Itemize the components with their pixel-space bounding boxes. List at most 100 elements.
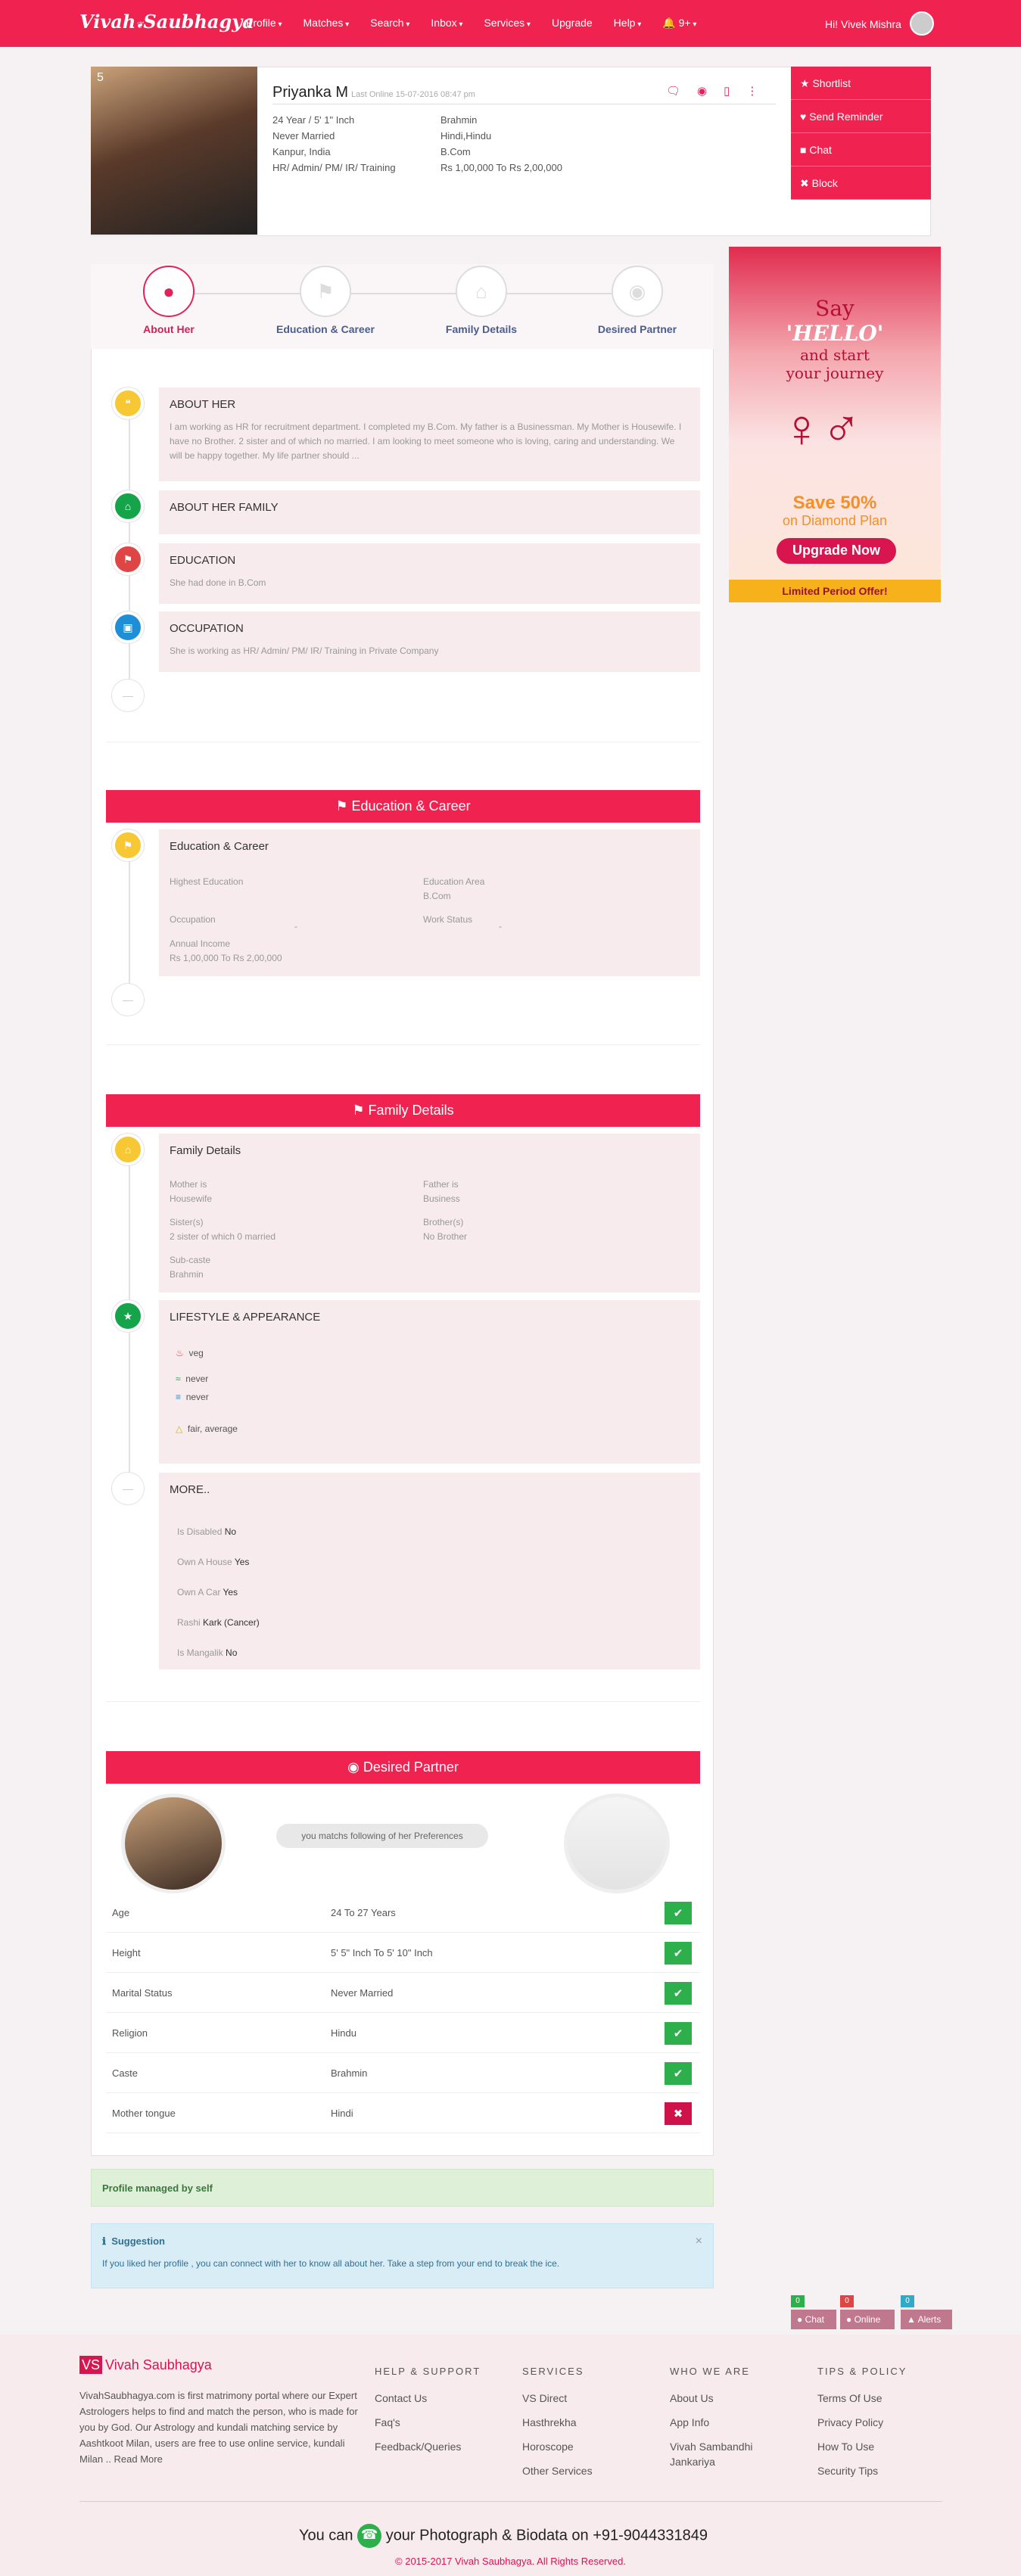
briefcase-icon: ▣ [112, 611, 144, 643]
close-icon[interactable]: × [696, 2235, 702, 2248]
family-details-box: Family Details [159, 1134, 700, 1293]
your-photo [564, 1794, 670, 1893]
preference-row: Marital Status Never Married ✔ [106, 1974, 700, 2013]
profile-photo[interactable]: 5 [91, 67, 257, 235]
cross-icon: ✖ [665, 2102, 692, 2125]
her-photo [121, 1794, 226, 1893]
lifestyle-box: LIFESTYLE & APPEARANCE [159, 1300, 700, 1464]
footer-col-services: SERVICES VS Direct Hasthrekha Horoscope Othe… [522, 2365, 593, 2483]
alerts-dock-button[interactable]: ▲ Alerts [901, 2310, 952, 2329]
tab-desired-partner[interactable]: ◉ Desired Partner [573, 264, 702, 335]
check-icon: ✔ [665, 2062, 692, 2085]
profile-tabs: ● About Her ⚑ Education & Career ⌂ Family D… [91, 264, 714, 349]
last-online: Last Online 15-07-2016 08:47 pm [351, 90, 475, 99]
father-info: Father is Business [423, 1179, 460, 1204]
record-icon[interactable]: ◉ [697, 84, 707, 98]
divider [106, 1044, 700, 1045]
chat-button[interactable]: ■ Chat [791, 133, 931, 166]
annual-income: Annual Income Rs 1,00,000 To Rs 2,00,000 [170, 938, 282, 963]
brother-info: Brother(s) No Brother [423, 1217, 468, 1242]
footer-col-help: HELP & SUPPORT Contact Us Faq's Feedback/Qu… [375, 2365, 481, 2459]
preference-row: Caste Brahmin ✔ [106, 2054, 700, 2093]
menu-search[interactable]: Search [370, 17, 409, 30]
upgrade-ad-banner[interactable]: Say 'HELLO' and start your journey ♀♂ Sa… [729, 247, 941, 602]
smoking-icon: ≈ [176, 1374, 181, 1384]
profile-details-right: Brahmin Hindi,Hindu B.Com Rs 1,00,000 To Rs… [440, 114, 562, 173]
occupation-box: OCCUPATION She is working as HR/ Admin/ P… [159, 611, 700, 672]
bell-icon: 🔔 [662, 17, 676, 29]
menu-profile[interactable]: Profile [246, 17, 282, 30]
more-vertical-icon[interactable]: ⋮ [746, 84, 758, 98]
menu-matches[interactable]: Matches [303, 17, 350, 30]
family-icon: ⌂ [112, 1134, 144, 1165]
mobile-icon[interactable]: ▯ [724, 84, 730, 98]
profile-action-buttons: ★ Shortlist ♥ Send Reminder ■ Chat ✖ Blo… [791, 67, 931, 200]
footer-link[interactable]: Hasthrekha [522, 2410, 593, 2434]
menu-upgrade[interactable]: Upgrade [552, 17, 593, 30]
send-reminder-button[interactable]: ♥ Send Reminder [791, 100, 931, 133]
footer-link[interactable]: Horoscope [522, 2434, 593, 2459]
block-button[interactable]: ✖ Block [791, 166, 931, 200]
more-item: Is Disabled No [177, 1526, 237, 1537]
online-icon: ● [846, 2314, 852, 2325]
work-status: Work Status - [423, 914, 502, 932]
footer-link[interactable]: App Info [670, 2410, 783, 2434]
footer-brand[interactable]: VS Vivah Saubhagya [79, 2356, 212, 2374]
preference-row: Religion Hindu ✔ [106, 2014, 700, 2053]
more-list: Is Disabled No Own A House Yes Own A Car… [177, 1517, 260, 1668]
upgrade-now-button[interactable]: Upgrade Now [777, 538, 896, 564]
check-icon: ✔ [665, 1902, 692, 1924]
footer-link[interactable]: Vivah Sambandhi Jankariya [670, 2439, 783, 2469]
footer-link[interactable]: Contact Us [375, 2386, 481, 2410]
footer-link[interactable]: Terms Of Use [817, 2386, 907, 2410]
lifestyle-list: ♨ veg ≈ never ≡ never △ fair, average [176, 1346, 238, 1436]
desired-partner-section-title: ◉ Desired Partner [106, 1751, 700, 1784]
graduation-cap-icon: ⚑ [300, 266, 351, 317]
footer-description: VivahSaubhagya.com is first matrimony po… [79, 2390, 358, 2465]
footer-link[interactable]: Other Services [522, 2459, 593, 2483]
sister-info: Sister(s) 2 sister of which 0 married [170, 1217, 276, 1242]
chat-dock-button[interactable]: ● Chat [791, 2310, 836, 2329]
divider [106, 1701, 700, 1702]
avatar[interactable] [910, 11, 934, 36]
lifestyle-item: ≡ never [176, 1392, 209, 1402]
graduation-cap-icon: ⚑ [112, 829, 144, 861]
bell-icon: ▲ [907, 2314, 916, 2325]
footer-link[interactable]: VS Direct [522, 2386, 593, 2410]
footer-link[interactable]: Security Tips [817, 2459, 907, 2483]
quote-icon: ❝ [112, 387, 144, 419]
about-her-box: ABOUT HER I am working as HR for recruit… [159, 387, 700, 481]
menu-notifications[interactable]: 🔔 9+ [662, 17, 696, 30]
timeline-line [129, 387, 130, 698]
footer-col-tips: TIPS & POLICY Terms Of Use Privacy Policy H… [817, 2365, 907, 2483]
menu-services[interactable]: Services [484, 17, 531, 30]
family-icon: ⌂ [456, 266, 507, 317]
user-icon: ● [143, 266, 195, 317]
preference-row: Height 5' 5" Inch To 5' 10" Inch ✔ [106, 1934, 700, 1973]
tab-education-career[interactable]: ⚑ Education & Career [261, 264, 390, 335]
more-item: Is Mangalik No [177, 1647, 238, 1658]
alerts-count-badge: 0 [901, 2295, 914, 2307]
more-item: Own A Car Yes [177, 1587, 238, 1598]
occupation: Occupation - [170, 914, 297, 932]
menu-help[interactable]: Help [614, 17, 642, 30]
footer-link[interactable]: About Us [670, 2386, 783, 2410]
chat-bubble-icon[interactable]: 🗨 [666, 84, 680, 98]
education-section-title: ⚑ Education & Career [106, 790, 700, 823]
tab-family-details[interactable]: ⌂ Family Details [417, 264, 546, 335]
site-logo[interactable]: Vivah❦Saubhagya [79, 11, 254, 33]
menu-inbox[interactable]: Inbox [431, 17, 462, 30]
chat-count-badge: 0 [791, 2295, 805, 2307]
footer-link[interactable]: Faq's [375, 2410, 481, 2434]
footer-link[interactable]: Feedback/Queries [375, 2434, 481, 2459]
education-area: Education Area B.Com [423, 876, 485, 901]
footer-link[interactable]: Privacy Policy [817, 2410, 907, 2434]
profile-name: Priyanka M Last Online 15-07-2016 08:47 p… [272, 84, 475, 101]
divider [79, 2501, 942, 2502]
info-icon: ℹ [102, 2235, 106, 2247]
shortlist-button[interactable]: ★ Shortlist [791, 67, 931, 100]
user-greeting[interactable]: Hi! Vivek Mishra [825, 18, 901, 30]
tab-about-her[interactable]: ● About Her [104, 264, 233, 335]
footer-link[interactable]: How To Use [817, 2434, 907, 2459]
online-dock-button[interactable]: ● Online [840, 2310, 895, 2329]
